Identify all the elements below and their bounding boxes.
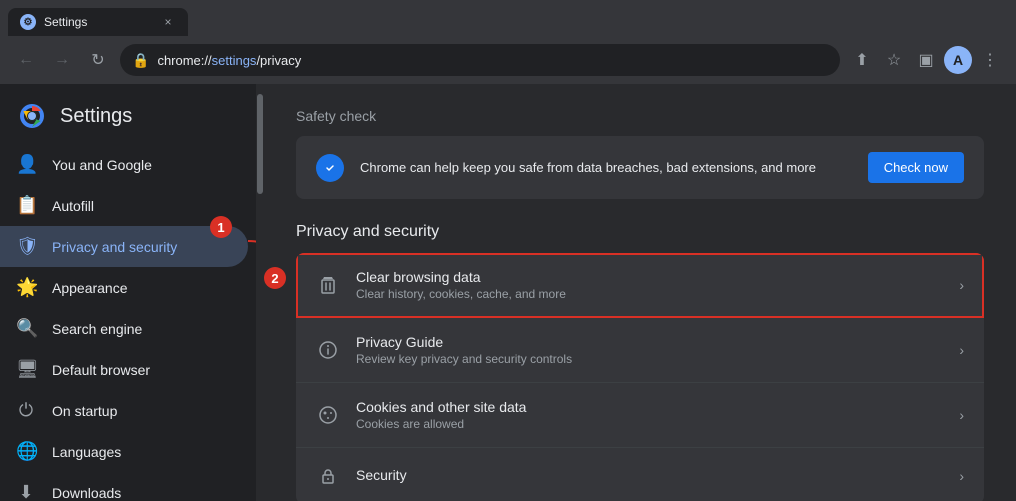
sidebar-header: Settings <box>0 88 256 144</box>
sidebar: Settings 👤 You and Google 📋 Autofill 🛡 P… <box>0 84 256 501</box>
search-icon: 🔍 <box>16 318 36 339</box>
privacy-guide-svg <box>318 340 338 360</box>
addressbar-actions: ⬆ ☆ ▣ A ⋮ <box>848 46 1004 74</box>
tab-favicon: ⚙ <box>20 14 36 30</box>
chevron-right-icon: › <box>959 407 964 423</box>
sidebar-item-you-and-google[interactable]: 👤 You and Google <box>0 144 248 185</box>
sidebar-item-label: Default browser <box>52 362 150 378</box>
sidebar-item-privacy-and-security[interactable]: 🛡 Privacy and security 1 <box>0 226 248 267</box>
bookmark-button[interactable]: ☆ <box>880 46 908 74</box>
sidebar-item-label: On startup <box>52 403 117 419</box>
reload-button[interactable]: ↻ <box>84 46 112 74</box>
globe-icon: 🌐 <box>16 441 36 462</box>
url-settings-highlight: settings <box>212 53 257 68</box>
check-now-button[interactable]: Check now <box>868 152 964 183</box>
clear-browsing-data-subtitle: Clear history, cookies, cache, and more <box>356 287 943 301</box>
back-button[interactable]: ← <box>12 46 40 74</box>
privacy-section-title: Privacy and security <box>296 223 984 241</box>
lock-svg <box>318 466 338 486</box>
sidebar-item-label: Languages <box>52 444 121 460</box>
chevron-right-icon: › <box>959 342 964 358</box>
sidebar-item-label: Privacy and security <box>52 239 177 255</box>
settings-item-security[interactable]: Security › <box>296 448 984 501</box>
menu-button[interactable]: ⋮ <box>976 46 1004 74</box>
content-area: Safety check Chrome can help keep you sa… <box>264 84 1016 501</box>
sidebar-settings-title: Settings <box>60 105 132 128</box>
sidebar-item-search-engine[interactable]: 🔍 Search engine <box>0 308 248 349</box>
shield-icon: 🛡 <box>16 236 36 257</box>
sidebar-item-label: Appearance <box>52 280 128 296</box>
cookies-title: Cookies and other site data <box>356 399 943 415</box>
cookies-text: Cookies and other site data Cookies are … <box>356 399 943 431</box>
annotation-badge-2: 2 <box>264 267 286 289</box>
trash-icon <box>316 273 340 297</box>
sidebar-item-autofill[interactable]: 📋 Autofill <box>0 185 248 226</box>
sidebar-item-label: Search engine <box>52 321 142 337</box>
clear-browsing-data-title: Clear browsing data <box>356 269 943 285</box>
chrome-logo-icon <box>16 100 48 132</box>
window-button[interactable]: ▣ <box>912 46 940 74</box>
security-title: Security <box>356 467 943 483</box>
autofill-icon: 📋 <box>16 195 36 216</box>
security-text: Security <box>356 467 943 485</box>
sidebar-item-default-browser[interactable]: 🖥 Default browser <box>0 349 248 390</box>
cookie-svg <box>318 405 338 425</box>
settings-item-privacy-guide[interactable]: Privacy Guide Review key privacy and sec… <box>296 318 984 383</box>
safety-check-description: Chrome can help keep you safe from data … <box>360 160 852 175</box>
monitor-icon: 🖥 <box>16 359 36 380</box>
chevron-right-icon: › <box>959 468 964 484</box>
shield-check-svg <box>321 159 339 177</box>
appearance-icon: 🌟 <box>16 277 36 298</box>
clear-browsing-data-text: Clear browsing data Clear history, cooki… <box>356 269 943 301</box>
sidebar-scrollbar-thumb[interactable] <box>257 94 263 194</box>
settings-list-wrapper: 2 Clear browsing data Clear history, coo… <box>296 253 984 501</box>
tab-close-button[interactable]: × <box>160 14 176 30</box>
settings-item-cookies[interactable]: Cookies and other site data Cookies are … <box>296 383 984 448</box>
annotation-badge-1: 1 <box>210 216 232 238</box>
url-bar[interactable]: 🔒 chrome://settings/privacy <box>120 44 840 76</box>
sidebar-item-on-startup[interactable]: ⏻ On startup <box>0 390 248 431</box>
safety-check-section-title: Safety check <box>296 108 984 124</box>
lock-icon <box>316 464 340 488</box>
sidebar-item-downloads[interactable]: ⬇ Downloads <box>0 472 248 501</box>
sidebar-item-languages[interactable]: 🌐 Languages <box>0 431 248 472</box>
safety-shield-icon <box>316 154 344 182</box>
sidebar-item-label: You and Google <box>52 157 152 173</box>
sidebar-item-label: Autofill <box>52 198 94 214</box>
url-text: chrome://settings/privacy <box>157 53 828 68</box>
safety-check-card: Chrome can help keep you safe from data … <box>296 136 984 199</box>
cookies-subtitle: Cookies are allowed <box>356 417 943 431</box>
sidebar-scrollbar-track[interactable] <box>256 84 264 501</box>
settings-item-clear-browsing-data[interactable]: Clear browsing data Clear history, cooki… <box>296 253 984 318</box>
privacy-guide-subtitle: Review key privacy and security controls <box>356 352 943 366</box>
privacy-guide-text: Privacy Guide Review key privacy and sec… <box>356 334 943 366</box>
cookie-icon <box>316 403 340 427</box>
tab-area: ⚙ Settings × <box>8 0 1008 36</box>
share-button[interactable]: ⬆ <box>848 46 876 74</box>
sidebar-item-label: Downloads <box>52 485 121 501</box>
address-bar: ← → ↻ 🔒 chrome://settings/privacy ⬆ ☆ ▣ … <box>0 36 1016 84</box>
forward-button[interactable]: → <box>48 46 76 74</box>
title-bar: ⚙ Settings × <box>0 0 1016 36</box>
tab-title: Settings <box>44 15 87 29</box>
profile-button[interactable]: A <box>944 46 972 74</box>
power-icon: ⏻ <box>16 400 36 421</box>
privacy-guide-icon <box>316 338 340 362</box>
settings-list: Clear browsing data Clear history, cooki… <box>296 253 984 501</box>
privacy-guide-title: Privacy Guide <box>356 334 943 350</box>
chevron-right-icon: › <box>959 277 964 293</box>
trash-svg <box>318 275 338 295</box>
main-content: Settings 👤 You and Google 📋 Autofill 🛡 P… <box>0 84 1016 501</box>
person-icon: 👤 <box>16 154 36 175</box>
secure-icon: 🔒 <box>132 52 149 69</box>
active-tab[interactable]: ⚙ Settings × <box>8 8 188 36</box>
sidebar-item-appearance[interactable]: 🌟 Appearance <box>0 267 248 308</box>
download-icon: ⬇ <box>16 482 36 501</box>
